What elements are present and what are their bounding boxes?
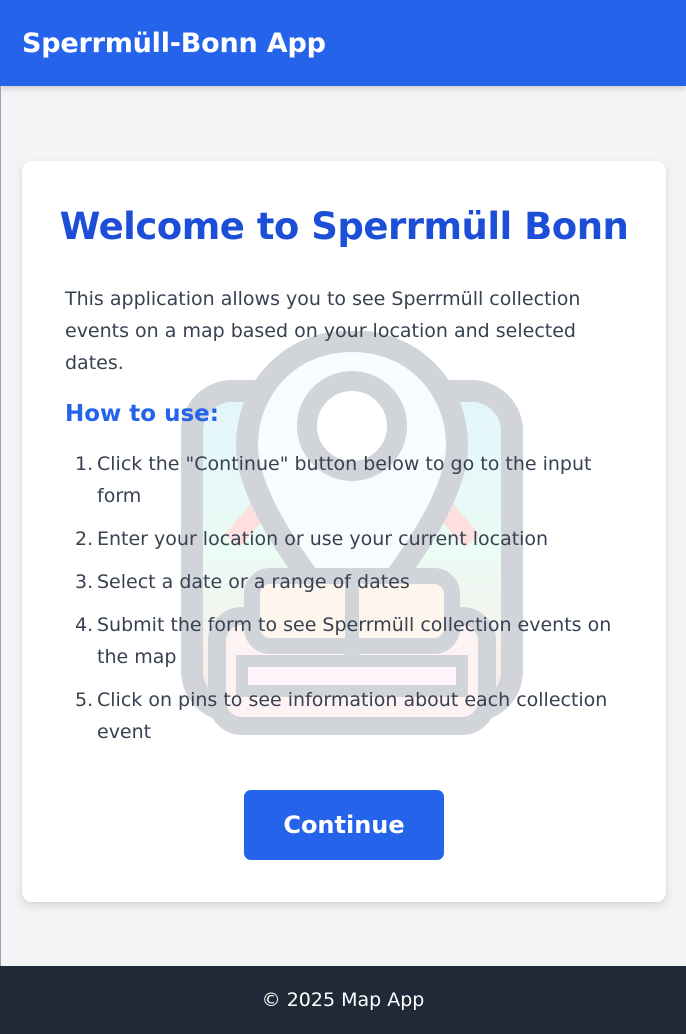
how-to-use-heading: How to use: — [65, 401, 219, 427]
step-text: Click on pins to see information about e… — [97, 689, 608, 743]
intro-text: This application allows you to see Sperr… — [65, 288, 581, 374]
copyright-text: © 2025 Map App — [261, 989, 425, 1011]
step-number: 5. — [75, 689, 94, 711]
continue-button[interactable]: Continue — [244, 790, 444, 860]
welcome-title: Welcome to Sperrmüll Bonn — [59, 205, 629, 248]
step-number: 3. — [75, 571, 94, 593]
instructions-list: 1. Click the "Continue" button below to … — [65, 448, 625, 759]
list-item: 4. Submit the form to see Sperrmüll coll… — [65, 609, 625, 673]
step-text: Enter your location or use your current … — [97, 528, 549, 550]
window-edge — [0, 86, 1, 966]
app-header: Sperrmüll-Bonn App — [0, 0, 686, 86]
app-title: Sperrmüll-Bonn App — [22, 27, 326, 59]
list-item: 1. Click the "Continue" button below to … — [65, 448, 625, 512]
list-item: 5. Click on pins to see information abou… — [65, 684, 625, 748]
step-number: 4. — [75, 614, 94, 636]
step-number: 2. — [75, 528, 94, 550]
step-number: 1. — [75, 453, 94, 475]
step-text: Select a date or a range of dates — [97, 571, 410, 593]
welcome-card: Welcome to Sperrmüll Bonn This applicati… — [22, 161, 666, 902]
list-item: 3. Select a date or a range of dates — [65, 566, 625, 598]
list-item: 2. Enter your location or use your curre… — [65, 523, 625, 555]
step-text: Submit the form to see Sperrmüll collect… — [97, 614, 612, 668]
step-text: Click the "Continue" button below to go … — [97, 453, 592, 507]
app-footer: © 2025 Map App — [0, 966, 686, 1034]
